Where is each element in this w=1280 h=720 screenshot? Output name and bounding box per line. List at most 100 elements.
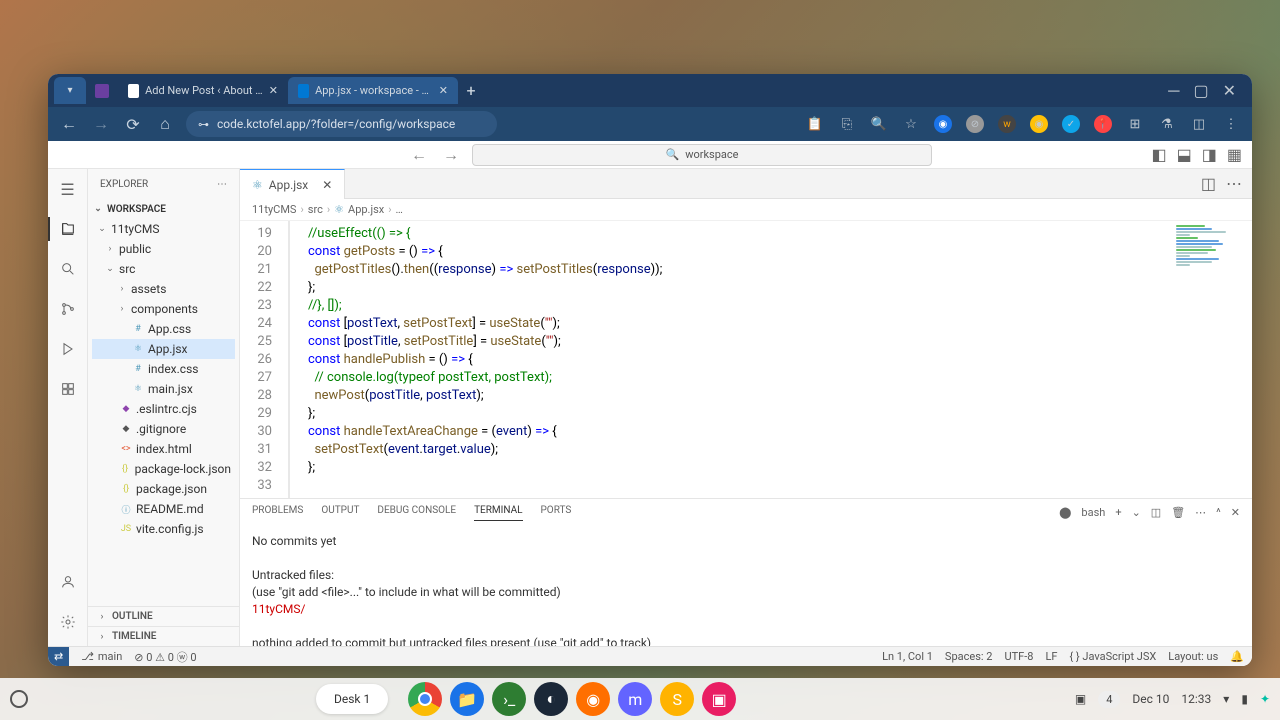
extensions-icon[interactable]: ⊞: [1124, 113, 1146, 135]
tree-item--eslintrc-cjs[interactable]: ◆.eslintrc.cjs: [92, 399, 235, 419]
tree-item-index-html[interactable]: <>index.html: [92, 439, 235, 459]
terminal-output[interactable]: No commits yet Untracked files: (use "gi…: [240, 527, 1252, 646]
git-branch[interactable]: ⎇ main: [81, 650, 122, 663]
desk-switcher[interactable]: Desk 1: [316, 684, 388, 714]
site-settings-icon[interactable]: ⊶: [198, 118, 209, 131]
menu-icon[interactable]: ⋮: [1220, 113, 1242, 135]
panel-tab-output[interactable]: OUTPUT: [321, 505, 359, 520]
close-icon[interactable]: ✕: [269, 84, 278, 97]
eol[interactable]: LF: [1045, 650, 1057, 663]
ext-5-icon[interactable]: ✓: [1060, 113, 1082, 135]
run-debug-icon[interactable]: [56, 337, 80, 361]
tree-item-index-css[interactable]: #index.css: [92, 359, 235, 379]
zoom-icon[interactable]: 🔍: [868, 113, 890, 135]
ext-3-icon[interactable]: w: [996, 113, 1018, 135]
terminal-icon[interactable]: ›_: [492, 682, 526, 716]
tray-time[interactable]: 12:33: [1181, 692, 1211, 706]
search-icon[interactable]: [56, 257, 80, 281]
indentation[interactable]: Spaces: 2: [945, 650, 993, 663]
tree-item-package-lock-json[interactable]: {}package-lock.json: [92, 459, 235, 479]
layout-panel-right-icon[interactable]: ◨: [1202, 145, 1217, 164]
source-control-icon[interactable]: [56, 297, 80, 321]
tray-extra-icon[interactable]: ✦: [1260, 692, 1270, 706]
tree-item-src[interactable]: ⌄src: [92, 259, 235, 279]
minimap[interactable]: [1172, 221, 1252, 498]
keyboard-layout[interactable]: Layout: us: [1168, 650, 1218, 663]
editor-tab-app-jsx[interactable]: ⚛ App.jsx ✕: [240, 169, 345, 199]
extensions-icon[interactable]: [56, 377, 80, 401]
panel-tab-debug[interactable]: DEBUG CONSOLE: [377, 505, 456, 520]
layout-panel-left-icon[interactable]: ◧: [1152, 145, 1167, 164]
layout-customize-icon[interactable]: ▦: [1227, 145, 1242, 164]
notifications-icon[interactable]: 🔔: [1230, 650, 1244, 663]
mastodon-icon[interactable]: m: [618, 682, 652, 716]
chrome-icon[interactable]: [408, 682, 442, 716]
bookmark-icon[interactable]: ☆: [900, 113, 922, 135]
app-orange-icon[interactable]: ◉: [576, 682, 610, 716]
trash-icon[interactable]: 🗑: [1171, 506, 1185, 519]
close-icon[interactable]: ✕: [322, 178, 332, 192]
tray-date[interactable]: Dec 10: [1132, 692, 1169, 706]
minimize-icon[interactable]: ─: [1168, 81, 1179, 101]
reload-button[interactable]: ⟳: [122, 113, 144, 135]
notification-count[interactable]: 4: [1098, 691, 1120, 708]
diagnostics[interactable]: ⊘ 0 ⚠ 0 ⓦ 0: [134, 649, 196, 665]
nav-back-icon[interactable]: ←: [408, 144, 430, 166]
panel-tab-terminal[interactable]: TERMINAL: [474, 505, 522, 521]
launcher-button[interactable]: [10, 690, 28, 708]
nav-forward-icon[interactable]: →: [440, 144, 462, 166]
maximize-panel-icon[interactable]: ^: [1216, 506, 1221, 519]
ext-2-icon[interactable]: ⊘: [964, 113, 986, 135]
home-button[interactable]: ⌂: [154, 113, 176, 135]
close-icon[interactable]: ✕: [439, 84, 448, 97]
tree-item-assets[interactable]: ›assets: [92, 279, 235, 299]
code-editor[interactable]: 192021222324252627282930313233 //useEffe…: [240, 221, 1252, 498]
tree-item-11tycms[interactable]: ⌄11tyCMS: [92, 219, 235, 239]
more-icon[interactable]: ⋯: [1226, 174, 1242, 193]
tree-item-public[interactable]: ›public: [92, 239, 235, 259]
close-icon[interactable]: ✕: [1223, 81, 1236, 101]
tree-item-readme-md[interactable]: ⓘREADME.md: [92, 499, 235, 519]
steam-icon[interactable]: ◐: [534, 682, 568, 716]
tray-app-icon[interactable]: ▣: [1075, 692, 1086, 706]
tree-item-vite-config-js[interactable]: JSvite.config.js: [92, 519, 235, 539]
encoding[interactable]: UTF-8: [1004, 650, 1033, 663]
remote-icon[interactable]: ⇄: [48, 647, 69, 667]
browser-tab-expand[interactable]: ▾: [54, 77, 86, 104]
new-terminal-icon[interactable]: +: [1115, 506, 1121, 519]
app-pink-icon[interactable]: ▣: [702, 682, 736, 716]
ext-4-icon[interactable]: ◉: [1028, 113, 1050, 135]
browser-tab-2[interactable]: App.jsx - workspace - code-ser ✕: [288, 77, 458, 104]
url-input[interactable]: ⊶ code.kctofel.app/?folder=/config/works…: [186, 111, 497, 137]
browser-tab-1[interactable]: Add New Post ‹ About Chrome ✕: [118, 77, 288, 104]
menu-icon[interactable]: ☰: [56, 177, 80, 201]
forward-button[interactable]: →: [90, 113, 112, 135]
maximize-icon[interactable]: ▢: [1193, 81, 1208, 101]
app-yellow-icon[interactable]: S: [660, 682, 694, 716]
cursor-position[interactable]: Ln 1, Col 1: [882, 650, 933, 663]
tree-item-package-json[interactable]: {}package.json: [92, 479, 235, 499]
split-terminal-icon[interactable]: ◫: [1151, 506, 1161, 519]
tree-item--gitignore[interactable]: ◆.gitignore: [92, 419, 235, 439]
workspace-root[interactable]: ⌄ WORKSPACE: [88, 199, 239, 219]
split-editor-icon[interactable]: ◫: [1201, 174, 1216, 193]
ext-6-icon[interactable]: 📍: [1092, 113, 1114, 135]
sidepanel-icon[interactable]: ◫: [1188, 113, 1210, 135]
tree-item-app-css[interactable]: #App.css: [92, 319, 235, 339]
outline-section[interactable]: ›OUTLINE: [88, 606, 239, 626]
browser-pinned-tab-1[interactable]: [86, 77, 118, 104]
tree-item-main-jsx[interactable]: ⚛main.jsx: [92, 379, 235, 399]
tree-item-app-jsx[interactable]: ⚛App.jsx: [92, 339, 235, 359]
more-icon[interactable]: ⋯: [1195, 506, 1206, 519]
battery-icon[interactable]: ▮: [1241, 692, 1248, 706]
tree-item-components[interactable]: ›components: [92, 299, 235, 319]
terminal-dropdown-icon[interactable]: ⌄: [1132, 506, 1141, 519]
wifi-icon[interactable]: ▾: [1223, 692, 1229, 706]
shell-name[interactable]: bash: [1081, 506, 1105, 519]
more-icon[interactable]: ⋯: [217, 179, 227, 190]
ext-1-icon[interactable]: ◉: [932, 113, 954, 135]
layout-panel-bottom-icon[interactable]: ⬓: [1177, 145, 1192, 164]
panel-tab-ports[interactable]: PORTS: [541, 505, 572, 520]
files-icon[interactable]: 📁: [450, 682, 484, 716]
panel-tab-problems[interactable]: PROBLEMS: [252, 505, 303, 520]
